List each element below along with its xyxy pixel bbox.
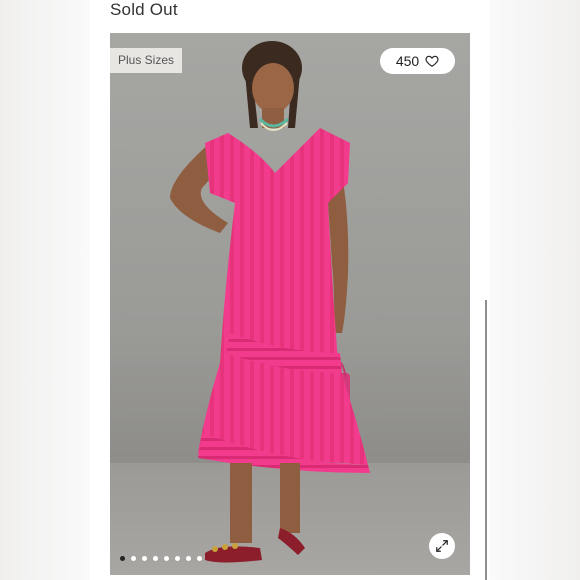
carousel-dot[interactable] [164, 556, 169, 561]
carousel-dot[interactable] [120, 556, 125, 561]
like-button[interactable]: 450 [380, 48, 455, 74]
expand-button[interactable] [429, 533, 455, 559]
carousel-dot[interactable] [153, 556, 158, 561]
status-label: Sold Out [110, 0, 178, 19]
left-backdrop [0, 0, 90, 580]
carousel-dot[interactable] [142, 556, 147, 561]
carousel-dot[interactable] [131, 556, 136, 561]
carousel-dot[interactable] [197, 556, 202, 561]
carousel-dots[interactable] [120, 556, 202, 561]
right-backdrop [490, 0, 580, 580]
expand-icon [436, 540, 448, 552]
model-illustration [170, 41, 370, 563]
scrollbar[interactable] [485, 300, 487, 580]
like-count: 450 [395, 53, 420, 69]
carousel-dot[interactable] [186, 556, 191, 561]
heart-icon [425, 55, 439, 67]
product-photo[interactable]: Plus Sizes 450 [110, 33, 470, 575]
size-badge: Plus Sizes [110, 48, 183, 73]
carousel-dot[interactable] [175, 556, 180, 561]
